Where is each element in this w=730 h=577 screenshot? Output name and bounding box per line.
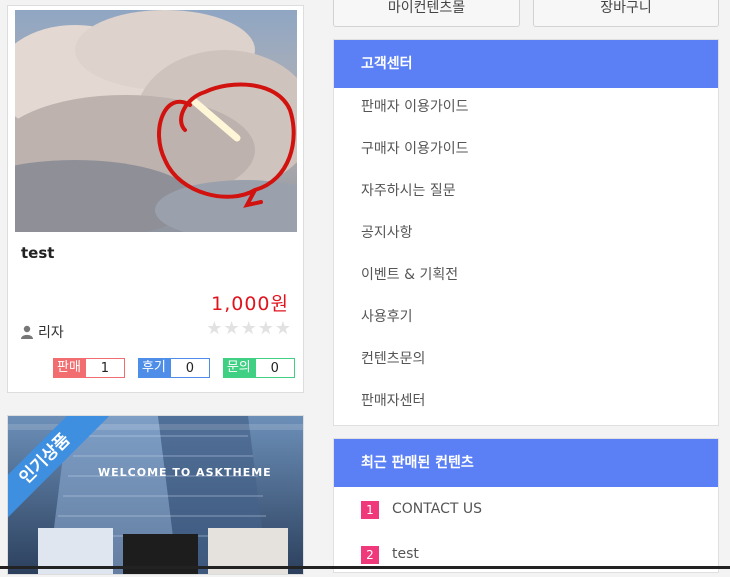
rating-stars: ★ ★ ★ ★ ★: [206, 320, 291, 338]
product-thumbnail-2[interactable]: WELCOME TO ASKTHEME 인기상품: [8, 416, 303, 574]
menu-item-seller-center[interactable]: 판매자센터: [334, 380, 718, 422]
menu-item-events[interactable]: 이벤트 & 기획전: [334, 254, 718, 296]
cart-button[interactable]: 장바구니: [533, 0, 719, 27]
my-contents-button[interactable]: 마이컨텐츠몰: [333, 0, 520, 27]
inquiry-label: 문의: [222, 358, 255, 378]
product-title[interactable]: test: [21, 244, 54, 262]
star-icon: ★: [257, 318, 274, 339]
star-icon: ★: [274, 318, 291, 339]
review-count: 후기 0: [137, 358, 210, 378]
seller-name: 리자: [38, 325, 64, 341]
product-card-2[interactable]: WELCOME TO ASKTHEME 인기상품: [7, 415, 304, 575]
menu-item-buyer-guide[interactable]: 구매자 이용가이드: [334, 128, 718, 170]
menu-item-content-inquiry[interactable]: 컨텐츠문의: [334, 338, 718, 380]
rank-badge: 1: [361, 500, 379, 519]
recent-item-name[interactable]: test: [392, 532, 419, 577]
user-icon: [21, 325, 33, 339]
recent-item-name[interactable]: CONTACT US: [392, 487, 482, 532]
product-price: 1,000원: [211, 293, 289, 315]
sales-value: 1: [84, 358, 125, 378]
menu-item-reviews[interactable]: 사용후기: [334, 296, 718, 338]
product-counts: 판매 1 후기 0 문의 0: [53, 358, 295, 378]
review-value: 0: [169, 358, 210, 378]
menu-item-notice[interactable]: 공지사항: [334, 212, 718, 254]
inquiry-value: 0: [254, 358, 295, 378]
recent-sold-panel: 최근 판매된 컨텐츠 1 CONTACT US 2 test: [333, 438, 719, 573]
menu-item-faq[interactable]: 자주하시는 질문: [334, 170, 718, 212]
seller-info: 리자: [20, 322, 64, 342]
sales-label: 판매: [53, 358, 85, 378]
recent-sold-title: 최근 판매된 컨텐츠: [334, 439, 718, 487]
recent-item[interactable]: 2 test: [334, 532, 718, 577]
sales-count: 판매 1: [53, 358, 125, 378]
customer-center-title: 고객센터: [334, 40, 718, 88]
star-icon: ★: [240, 318, 257, 339]
banner-text: WELCOME TO ASKTHEME: [98, 466, 272, 479]
customer-center-menu: 판매자 이용가이드 구매자 이용가이드 자주하시는 질문 공지사항 이벤트 & …: [334, 86, 718, 422]
customer-center-panel: 고객센터 판매자 이용가이드 구매자 이용가이드 자주하시는 질문 공지사항 이…: [333, 39, 719, 426]
rank-badge: 2: [361, 545, 379, 564]
product-card[interactable]: test 1,000원 리자 ★ ★ ★ ★ ★ 판매 1 후기 0 문의 0: [7, 5, 304, 393]
star-icon: ★: [206, 318, 223, 339]
star-icon: ★: [223, 318, 240, 339]
product-thumbnail[interactable]: [15, 10, 297, 232]
inquiry-count: 문의 0: [222, 358, 295, 378]
recent-sold-list: 1 CONTACT US 2 test: [334, 487, 718, 577]
recent-item[interactable]: 1 CONTACT US: [334, 487, 718, 532]
review-label: 후기: [137, 358, 170, 378]
menu-item-seller-guide[interactable]: 판매자 이용가이드: [334, 86, 718, 128]
